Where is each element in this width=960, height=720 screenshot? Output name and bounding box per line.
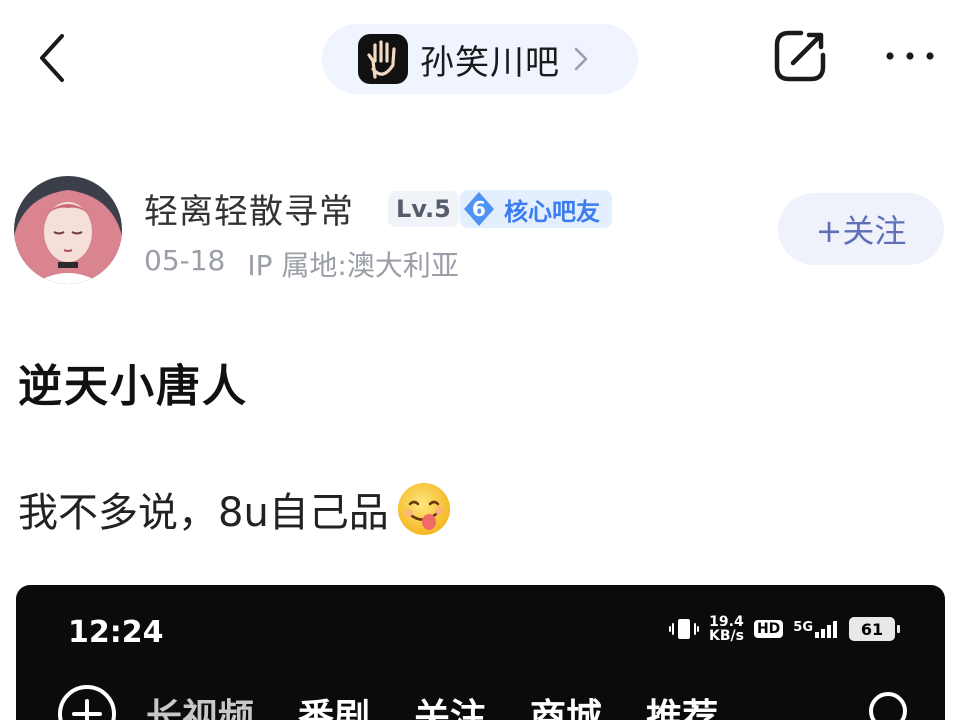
speed-unit: KB/s bbox=[708, 628, 744, 644]
battery-indicator: 61 bbox=[849, 617, 900, 641]
more-button[interactable] bbox=[880, 36, 940, 76]
signal-bars-icon bbox=[815, 621, 837, 638]
forum-name: 孙笑川吧 bbox=[420, 42, 560, 83]
post-date: 05-18 bbox=[144, 244, 226, 277]
embed-tab-anime: 番剧 bbox=[298, 697, 371, 720]
embed-tab-follow: 关注 bbox=[414, 697, 487, 720]
chevron-right-icon bbox=[574, 47, 588, 71]
forum-entry-button[interactable]: 孙笑川吧 bbox=[322, 24, 638, 94]
embed-tab-recommend: 推荐 bbox=[646, 697, 719, 720]
follow-button[interactable]: +关注 bbox=[778, 193, 944, 265]
author-name[interactable]: 轻离轻散寻常 bbox=[144, 184, 354, 233]
embed-status-time: 12:24 bbox=[68, 615, 164, 650]
author-avatar[interactable] bbox=[14, 176, 122, 284]
embed-tab-mall: 商城 bbox=[530, 697, 603, 720]
forum-avatar bbox=[358, 34, 408, 84]
post-body-text: 我不多说，8u自己品 bbox=[18, 490, 389, 536]
post-body: 我不多说，8u自己品 bbox=[18, 480, 453, 538]
share-button[interactable] bbox=[770, 26, 830, 86]
embed-tab-long-video: 长视频 bbox=[146, 697, 255, 720]
signal-indicator: 5G bbox=[793, 620, 839, 638]
more-dots-icon bbox=[886, 52, 934, 60]
speed-value: 19.4 bbox=[709, 614, 744, 630]
hd-badge: HD bbox=[753, 620, 784, 638]
core-rank: 6 bbox=[472, 197, 486, 221]
hand-icon bbox=[367, 40, 396, 79]
top-nav-bar: 孙笑川吧 bbox=[0, 0, 960, 120]
share-icon bbox=[774, 30, 826, 82]
post-title: 逆天小唐人 bbox=[18, 361, 248, 412]
core-member-label: 核心吧友 bbox=[504, 197, 600, 226]
embed-status-icons: 19.4 KB/s HD 5G 61 bbox=[668, 615, 900, 643]
post-meta: 05-18 IP 属地:澳大利亚 bbox=[144, 244, 459, 284]
tongue-out-emoji-icon bbox=[397, 483, 450, 535]
vibrate-icon bbox=[668, 619, 699, 639]
search-icon bbox=[869, 692, 907, 720]
embedded-screenshot[interactable]: 12:24 19.4 KB/s HD 5G 61 长视频 番剧 关注 商城 推荐 bbox=[16, 585, 945, 720]
core-member-badge: 6 核心吧友 bbox=[460, 190, 612, 228]
embed-tab-bar: 长视频 番剧 关注 商城 推荐 bbox=[56, 683, 916, 720]
back-chevron-icon bbox=[40, 34, 64, 82]
ip-location: IP 属地:澳大利亚 bbox=[247, 249, 459, 282]
diamond-rank-icon: 6 bbox=[460, 190, 498, 228]
add-circle-icon bbox=[58, 685, 116, 720]
network-speed: 19.4 KB/s bbox=[709, 615, 744, 643]
level-badge: Lv.5 bbox=[388, 191, 459, 227]
back-button[interactable] bbox=[28, 28, 78, 88]
network-type: 5G bbox=[793, 620, 813, 635]
